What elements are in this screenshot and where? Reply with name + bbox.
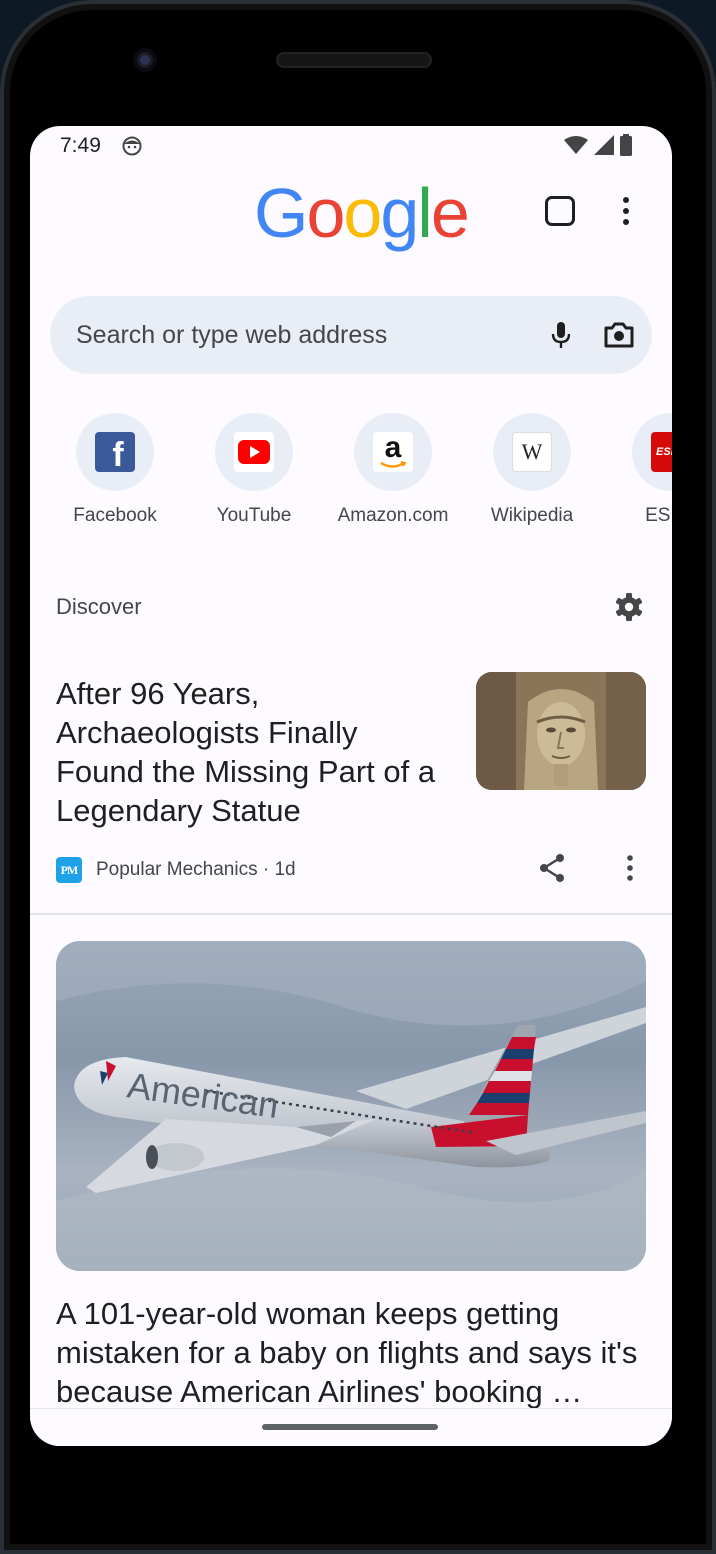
logo-letter: o	[343, 174, 382, 252]
shortcut-facebook[interactable]: f Facebook	[50, 413, 180, 527]
article-thumbnail[interactable]	[476, 672, 646, 790]
youtube-icon	[234, 432, 274, 472]
shortcut-circle: ESPN	[632, 413, 672, 491]
shortcut-label: Amazon.com	[337, 505, 449, 526]
logo-letter: G	[254, 174, 308, 252]
article-source: PM Popular Mechanics · 1d	[56, 856, 296, 884]
amazon-icon: a	[373, 432, 413, 472]
earpiece-speaker	[276, 52, 432, 68]
gear-icon[interactable]	[614, 592, 644, 622]
wikipedia-icon: W	[512, 432, 552, 472]
source-logo: PM	[56, 857, 82, 883]
cellular-signal-icon	[594, 135, 614, 155]
status-bar: 7:49	[30, 126, 672, 170]
shortcut-espn[interactable]: ESPN ESPN	[606, 413, 672, 527]
status-icons	[564, 134, 632, 156]
more-options-icon[interactable]	[620, 854, 640, 882]
shortcut-wikipedia[interactable]: W Wikipedia	[467, 413, 597, 527]
article-hero-image[interactable]: American	[56, 941, 646, 1271]
article-title[interactable]: After 96 Years, Archaeologists Finally F…	[56, 674, 446, 830]
facebook-icon: f	[95, 432, 135, 474]
home-gesture-handle[interactable]	[262, 1424, 438, 1430]
article-title[interactable]: A 101-year-old woman keeps getting mista…	[56, 1294, 656, 1411]
shortcut-circle: f	[76, 413, 154, 491]
search-bar[interactable]	[50, 296, 652, 374]
shortcut-label: YouTube	[216, 505, 292, 526]
feed-divider	[30, 913, 672, 915]
logo-letter: g	[380, 174, 419, 252]
shortcut-circle: a	[354, 413, 432, 491]
shortcut-tiles: f Facebook YouTube a Amazon.com W Wikipe…	[30, 413, 672, 533]
google-logo: Google	[254, 174, 470, 252]
shortcut-label: Wikipedia	[490, 505, 574, 526]
share-icon[interactable]	[538, 853, 566, 883]
shortcut-youtube[interactable]: YouTube	[189, 413, 319, 527]
microphone-icon[interactable]	[546, 320, 576, 350]
battery-icon	[620, 134, 632, 156]
logo-letter: l	[417, 174, 433, 252]
shortcut-label: ESPN	[645, 505, 672, 526]
phone-frame: 7:49 Google Search or type web address f…	[0, 0, 716, 1554]
status-time: 7:49	[60, 134, 101, 157]
airplane-image: American	[56, 941, 646, 1271]
front-camera	[133, 48, 157, 72]
logo-letter: e	[430, 174, 470, 252]
camera-lens-icon[interactable]	[602, 318, 636, 352]
wifi-icon	[564, 136, 588, 154]
shortcut-circle	[215, 413, 293, 491]
discover-heading: Discover	[56, 594, 142, 619]
gesture-nav-bar	[30, 1408, 672, 1446]
shortcut-circle: W	[493, 413, 571, 491]
overflow-menu-icon[interactable]	[616, 194, 636, 228]
screen: 7:49 Google Search or type web address f…	[30, 126, 672, 1446]
espn-icon: ESPN	[651, 432, 672, 472]
statue-image	[476, 672, 646, 790]
source-text: Popular Mechanics · 1d	[96, 859, 296, 880]
notification-face-icon	[122, 136, 142, 156]
tab-switcher-button[interactable]	[545, 196, 575, 226]
search-input[interactable]	[76, 318, 516, 352]
shortcut-amazon[interactable]: a Amazon.com	[328, 413, 458, 527]
logo-letter: o	[306, 174, 345, 252]
shortcut-label: Facebook	[73, 505, 157, 526]
